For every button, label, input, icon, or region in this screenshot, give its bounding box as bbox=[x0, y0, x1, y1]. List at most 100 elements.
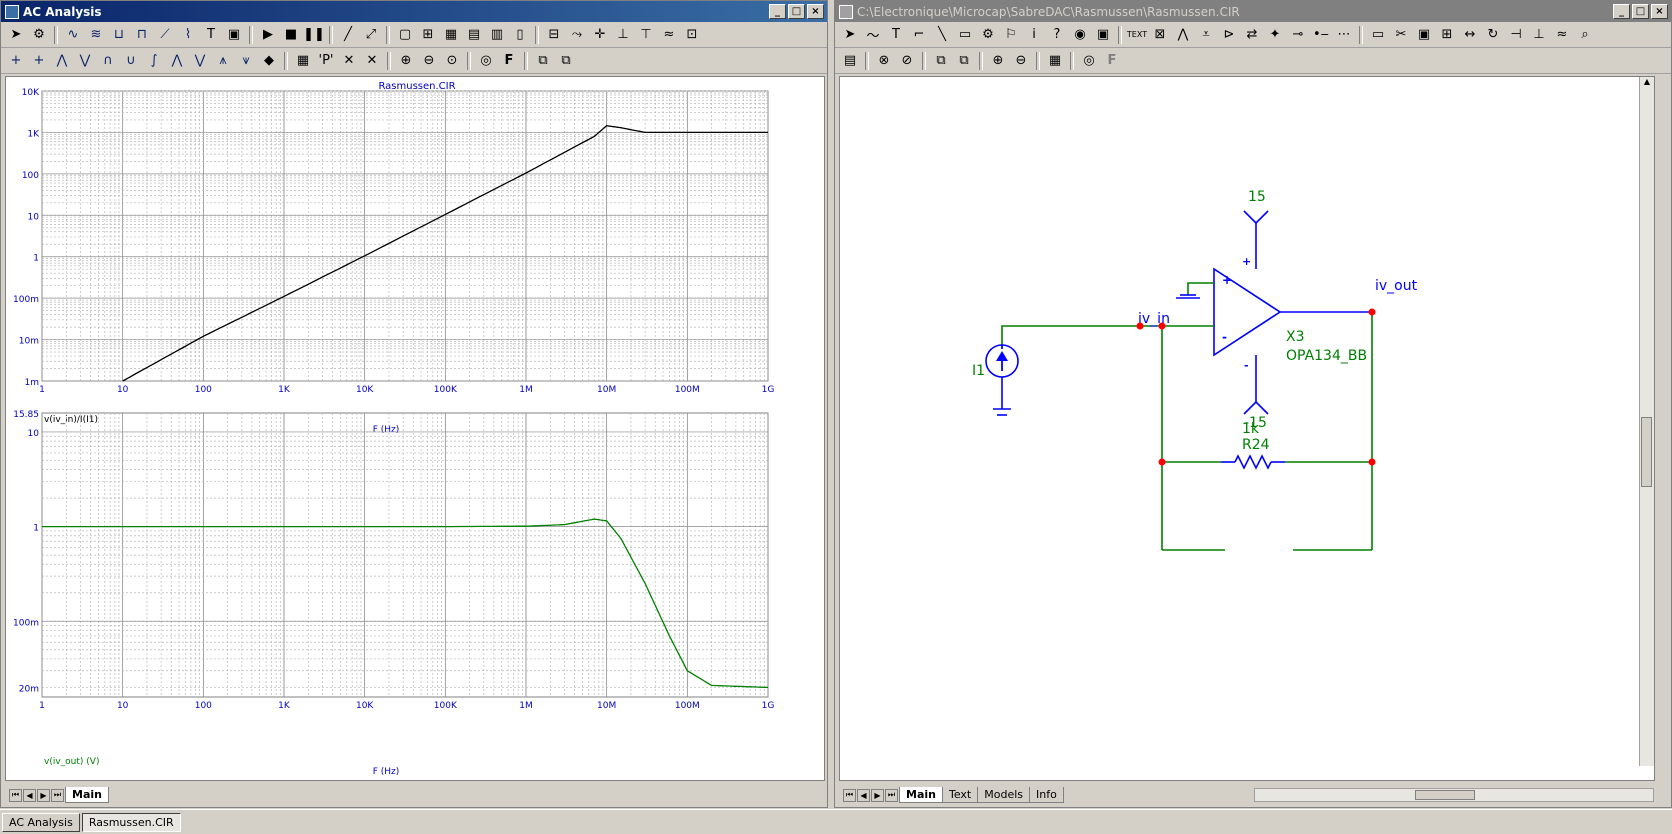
horizontal-tag-icon[interactable]: ✕ bbox=[361, 50, 383, 71]
component-tool-icon[interactable]: ⚙ bbox=[28, 24, 50, 45]
slope-tool-icon[interactable]: ⟋ bbox=[154, 24, 176, 45]
maximize-button[interactable]: □ bbox=[788, 4, 805, 19]
tab-last-icon[interactable]: ⏭ bbox=[885, 788, 898, 802]
tracking-icon[interactable]: ⤳ bbox=[566, 24, 588, 45]
attr-icon[interactable]: ⊠ bbox=[1149, 24, 1171, 45]
grid-major-icon[interactable]: ▥ bbox=[486, 24, 508, 45]
page-icon[interactable]: ▭ bbox=[1367, 24, 1389, 45]
tab-main[interactable]: Main bbox=[899, 787, 943, 803]
box-icon[interactable]: ▢ bbox=[394, 24, 416, 45]
current-icon[interactable]: ⊳ bbox=[1218, 24, 1240, 45]
pin-icon[interactable]: ⩡ bbox=[1195, 24, 1217, 45]
schematic-svg[interactable]: 15 -15 + - + - X3 OPA134_BB 1k R24 I1 iv… bbox=[840, 77, 1654, 780]
zoom-fit-icon[interactable]: ⊙ bbox=[441, 50, 463, 71]
global-high-icon[interactable]: ⋀ bbox=[166, 50, 188, 71]
diagonal-wire-icon[interactable]: ╲ bbox=[931, 24, 953, 45]
info-icon[interactable]: i bbox=[1023, 24, 1045, 45]
condition-icon[interactable]: ✦ bbox=[1264, 24, 1286, 45]
plot-area[interactable]: 10K 1K 100 10 1 100m 10m 1m 1 10 100 1K 10K 100K 1M 10… bbox=[5, 76, 825, 781]
current-source-i1[interactable] bbox=[985, 344, 1019, 416]
close-button[interactable]: × bbox=[807, 4, 824, 19]
globe-icon[interactable]: ◉ bbox=[1069, 24, 1091, 45]
tab-info[interactable]: Info bbox=[1029, 787, 1064, 803]
stop-icon[interactable]: ■ bbox=[280, 24, 302, 45]
text-tool-icon[interactable]: T bbox=[200, 24, 222, 45]
source-name-label[interactable]: I1 bbox=[972, 363, 985, 379]
point-tag-icon[interactable]: 'P' bbox=[315, 50, 337, 71]
properties-icon[interactable]: ▣ bbox=[223, 24, 245, 45]
resistor-r24[interactable] bbox=[1221, 454, 1285, 470]
next-inflection-icon[interactable]: ∫ bbox=[143, 50, 165, 71]
ac-analysis-titlebar[interactable]: AC Analysis _ □ × bbox=[1, 1, 827, 22]
color-palette-icon[interactable]: ◆ bbox=[258, 50, 280, 71]
bottom-icon[interactable]: ⩛ bbox=[235, 50, 257, 71]
cursor-left-arrow-icon[interactable]: + bbox=[5, 50, 27, 71]
select-arrow-icon[interactable]: ➤ bbox=[839, 24, 861, 45]
pin-marker-icon[interactable]: •‒ bbox=[1310, 24, 1332, 45]
tab-first-icon[interactable]: ⏮ bbox=[843, 788, 856, 802]
resistor-name-label[interactable]: R24 bbox=[1242, 437, 1270, 453]
node-label-iv-out[interactable]: iv_out bbox=[1375, 278, 1418, 294]
zoom-in-icon[interactable]: ⊕ bbox=[987, 50, 1009, 71]
zoom-out-icon[interactable]: ⊖ bbox=[1010, 50, 1032, 71]
font-icon[interactable]: F bbox=[1101, 50, 1123, 71]
next-low-icon[interactable]: ∪ bbox=[120, 50, 142, 71]
low-tool-icon[interactable]: ⊓ bbox=[131, 24, 153, 45]
horizontal-scrollbar[interactable] bbox=[1254, 788, 1654, 802]
paste-icon[interactable]: ⧉ bbox=[953, 50, 975, 71]
taskbar-item-rasmussen[interactable]: Rasmussen.CIR bbox=[81, 812, 181, 832]
taskbar-item-ac-analysis[interactable]: AC Analysis bbox=[2, 812, 80, 832]
schematic-titlebar[interactable]: C:\Electronique\Microcap\SabreDAC\Rasmus… bbox=[835, 1, 1671, 22]
tab-last-icon[interactable]: ⏭ bbox=[51, 788, 64, 802]
horizontal-axis-icon[interactable]: ⊟ bbox=[543, 24, 565, 45]
global-low-icon[interactable]: ⋁ bbox=[189, 50, 211, 71]
tab-next-icon[interactable]: ▶ bbox=[871, 788, 884, 802]
animate-icon[interactable]: ◎ bbox=[475, 50, 497, 71]
plot1-y-expression[interactable]: v(iv_in)/I(I1) bbox=[44, 415, 98, 425]
ground-plus-input[interactable] bbox=[1176, 282, 1214, 299]
node-voltage-icon[interactable]: ⋀ bbox=[1172, 24, 1194, 45]
plots-svg[interactable]: 10K 1K 100 10 1 100m 10m 1m 1 10 100 1K 10K 100K 1M 10… bbox=[6, 77, 824, 780]
calculator-icon[interactable]: ▦ bbox=[1044, 50, 1066, 71]
minimize-button[interactable]: _ bbox=[1613, 4, 1630, 19]
next-high-icon[interactable]: ∩ bbox=[97, 50, 119, 71]
rotate-icon[interactable]: ↻ bbox=[1482, 24, 1504, 45]
tab-prev-icon[interactable]: ◀ bbox=[23, 788, 36, 802]
wire-icon[interactable]: 〜 bbox=[862, 24, 884, 45]
grid-icon[interactable]: ⊞ bbox=[417, 24, 439, 45]
animate-icon[interactable]: ◎ bbox=[1078, 50, 1100, 71]
box-select-icon[interactable]: ⊞ bbox=[1436, 24, 1458, 45]
arrow-line-icon[interactable]: ⤢ bbox=[360, 24, 382, 45]
cursor-right-icon[interactable]: ⊤ bbox=[635, 24, 657, 45]
component-icon[interactable]: ⚙ bbox=[977, 24, 999, 45]
flip-y-icon[interactable]: ⊥ bbox=[1528, 24, 1550, 45]
peak-tool-icon[interactable]: ∿ bbox=[62, 24, 84, 45]
plot-properties-icon[interactable]: ⊡ bbox=[681, 24, 703, 45]
paste-icon[interactable]: ⧉ bbox=[555, 50, 577, 71]
tab-models[interactable]: Models bbox=[977, 787, 1030, 803]
zoom-out-icon[interactable]: ⊖ bbox=[418, 50, 440, 71]
schematic-window[interactable]: C:\Electronique\Microcap\SabreDAC\Rasmus… bbox=[834, 0, 1672, 808]
tab-prev-icon[interactable]: ◀ bbox=[857, 788, 870, 802]
maximize-button[interactable]: □ bbox=[1632, 4, 1649, 19]
vertical-scroll-thumb[interactable] bbox=[1641, 417, 1652, 487]
next-peak-icon[interactable]: ⋀ bbox=[51, 50, 73, 71]
scroll-up-arrow-icon[interactable]: ▲ bbox=[1640, 77, 1654, 91]
data-point-icon[interactable]: ✕ bbox=[338, 50, 360, 71]
mirror-icon[interactable]: ↔ bbox=[1459, 24, 1481, 45]
font-icon[interactable]: F bbox=[498, 50, 520, 71]
tab-text[interactable]: Text bbox=[941, 787, 979, 803]
clear-icon[interactable]: ⊘ bbox=[896, 50, 918, 71]
stop-circle-icon[interactable]: ⊗ bbox=[873, 50, 895, 71]
erase-icon[interactable]: ≈ bbox=[658, 24, 680, 45]
high-tool-icon[interactable]: ⊔ bbox=[108, 24, 130, 45]
resistor-value-label[interactable]: 1k bbox=[1242, 421, 1260, 437]
wave-icon[interactable]: ≈ bbox=[1551, 24, 1573, 45]
grid-fine-icon[interactable]: ▦ bbox=[440, 24, 462, 45]
wire-ortho-icon[interactable]: ⌐ bbox=[908, 24, 930, 45]
zoom-in-icon[interactable]: ⊕ bbox=[395, 50, 417, 71]
flip-x-icon[interactable]: ⊣ bbox=[1505, 24, 1527, 45]
cursor-right-arrow-icon[interactable]: + bbox=[28, 50, 50, 71]
table-icon[interactable]: ▦ bbox=[292, 50, 314, 71]
ac-analysis-window[interactable]: AC Analysis _ □ × ➤ ⚙ ∿ ≋ ⊔ ⊓ ⟋ ⌇ T ▣ ▶ … bbox=[0, 0, 828, 808]
